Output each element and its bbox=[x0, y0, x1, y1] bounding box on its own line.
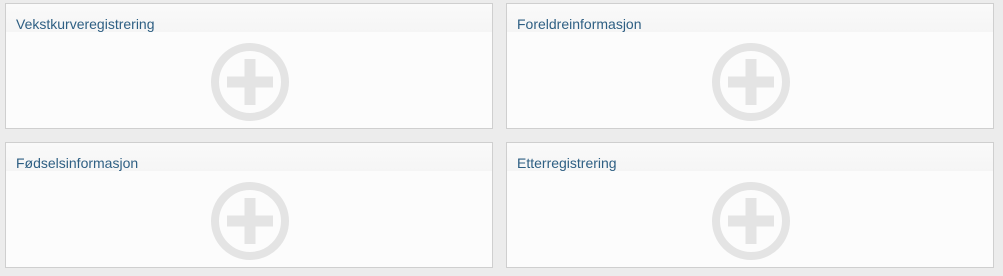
card-title: Etterregistrering bbox=[517, 155, 617, 171]
card-etterregistrering[interactable]: Etterregistrering bbox=[506, 142, 994, 268]
add-circle-icon[interactable] bbox=[210, 42, 290, 122]
add-circle-icon[interactable] bbox=[711, 42, 791, 122]
card-fodselsinformasjon[interactable]: Fødselsinformasjon bbox=[5, 142, 493, 268]
card-foreldreinformasjon[interactable]: Foreldreinformasjon bbox=[506, 3, 994, 129]
add-circle-icon[interactable] bbox=[711, 181, 791, 261]
add-circle-icon[interactable] bbox=[210, 181, 290, 261]
card-title: Vekstkurveregistrering bbox=[16, 16, 155, 32]
card-title: Foreldreinformasjon bbox=[517, 16, 642, 32]
form-card-grid: Vekstkurveregistrering Foreldreinformasj… bbox=[5, 3, 997, 270]
card-vekstkurveregistrering[interactable]: Vekstkurveregistrering bbox=[5, 3, 493, 129]
card-title: Fødselsinformasjon bbox=[16, 155, 139, 171]
